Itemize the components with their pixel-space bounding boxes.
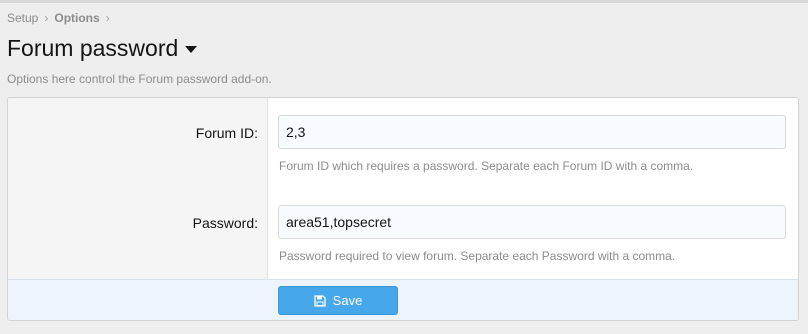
breadcrumb-item-options[interactable]: Options [54,11,99,25]
caret-down-icon[interactable] [185,46,198,53]
floppy-disk-icon [314,294,326,307]
page-title-text: Forum password [7,35,179,61]
password-hint: Password required to view forum. Separat… [279,249,676,263]
options-form: Forum ID: Forum ID which requires a pass… [7,97,799,321]
forum-id-input[interactable] [278,115,786,149]
top-border [0,0,808,3]
save-button-label: Save [332,293,363,308]
breadcrumb-separator: › [44,11,49,25]
password-label: Password: [192,215,258,231]
form-footer: Save [8,279,798,320]
page-title[interactable]: Forum password [7,35,198,62]
breadcrumb-item-setup[interactable]: Setup [7,11,38,25]
password-input[interactable] [278,205,786,239]
save-button[interactable]: Save [278,286,398,315]
forum-id-label: Forum ID: [195,125,258,141]
breadcrumb-separator: › [105,11,110,25]
breadcrumb: Setup › Options › [7,11,116,25]
page-description: Options here control the Forum password … [7,72,272,86]
forum-id-hint: Forum ID which requires a password. Sepa… [279,159,694,173]
